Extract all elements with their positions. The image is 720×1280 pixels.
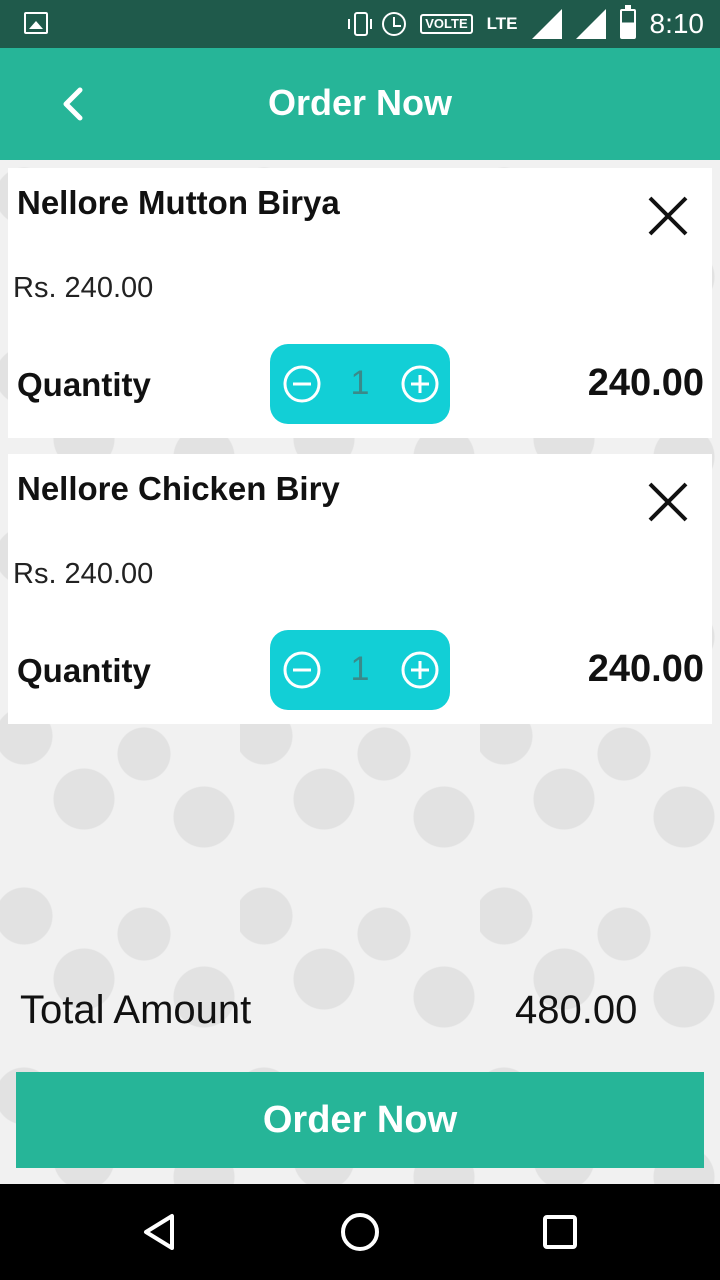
battery-icon bbox=[619, 5, 636, 39]
quantity-stepper: 1 bbox=[270, 344, 450, 424]
status-icons: VOLTE LTE 8:10 bbox=[348, 0, 705, 48]
vibrate-icon bbox=[348, 12, 373, 36]
cart-item: Nellore Chicken Biry Rs. 240.00 Quantity… bbox=[8, 454, 712, 724]
gallery-notification-icon bbox=[24, 12, 48, 34]
alarm-icon bbox=[382, 12, 407, 36]
triangle-back-icon bbox=[144, 1214, 174, 1250]
item-name: Nellore Mutton Birya bbox=[17, 184, 340, 221]
increase-quantity-button[interactable] bbox=[400, 650, 440, 690]
square-recents-icon bbox=[543, 1215, 577, 1249]
page-title: Order Now bbox=[267, 82, 453, 123]
plus-circle-icon bbox=[401, 651, 439, 689]
navigation-bar bbox=[0, 1184, 720, 1280]
status-bar: VOLTE LTE 8:10 bbox=[0, 0, 720, 48]
status-time: 8:10 bbox=[649, 8, 705, 39]
item-line-total: 240.00 bbox=[587, 648, 704, 690]
order-now-button[interactable]: Order Now bbox=[16, 1072, 704, 1168]
item-price: Rs. 240.00 bbox=[13, 272, 154, 304]
nav-recents-button[interactable] bbox=[536, 1208, 584, 1256]
item-price: Rs. 240.00 bbox=[13, 558, 154, 590]
plus-circle-icon bbox=[401, 365, 439, 403]
quantity-label: Quantity bbox=[17, 366, 151, 403]
nav-home-button[interactable] bbox=[336, 1208, 384, 1256]
signal-icon bbox=[531, 9, 562, 39]
nav-back-button[interactable] bbox=[136, 1208, 184, 1256]
cart-item: Nellore Mutton Birya Rs. 240.00 Quantity… bbox=[8, 168, 712, 438]
total-amount-value: 480.00 bbox=[515, 988, 638, 1032]
increase-quantity-button[interactable] bbox=[400, 364, 440, 404]
close-icon bbox=[648, 196, 688, 236]
app-bar: Order Now bbox=[0, 48, 720, 160]
item-line-total: 240.00 bbox=[587, 362, 704, 404]
item-name: Nellore Chicken Biry bbox=[17, 470, 340, 507]
circle-home-icon bbox=[341, 1213, 379, 1251]
quantity-label: Quantity bbox=[17, 652, 151, 689]
quantity-stepper: 1 bbox=[270, 630, 450, 710]
total-amount-label: Total Amount bbox=[20, 988, 252, 1032]
close-icon bbox=[648, 482, 688, 522]
volte-badge: VOLTE bbox=[420, 14, 473, 34]
signal-icon-2 bbox=[575, 9, 606, 39]
lte-indicator: LTE bbox=[486, 14, 518, 33]
remove-item-button[interactable] bbox=[644, 192, 692, 240]
remove-item-button[interactable] bbox=[644, 478, 692, 526]
